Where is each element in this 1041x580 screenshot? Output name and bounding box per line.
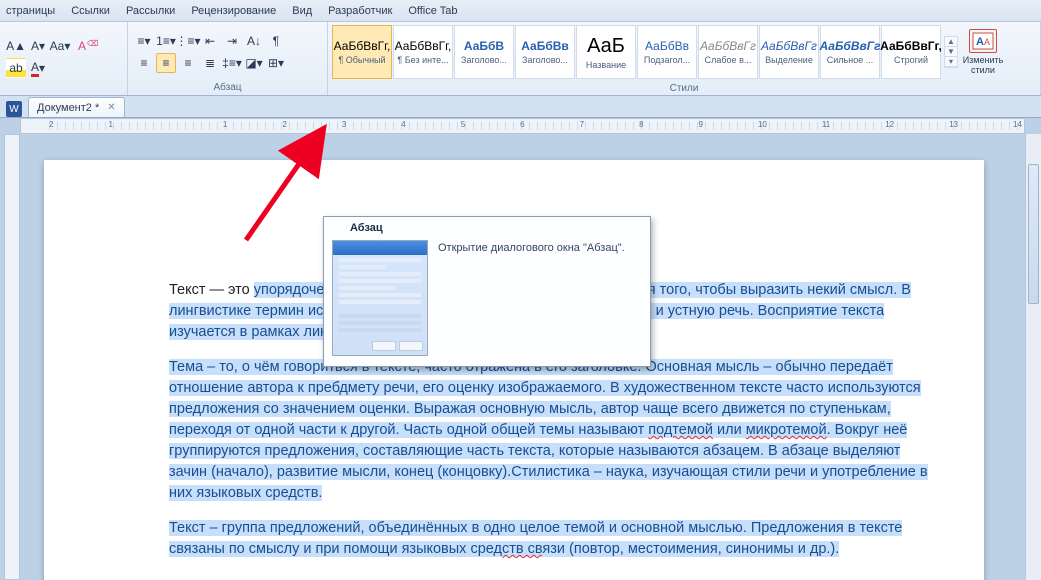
- change-styles-icon: AA: [969, 29, 997, 53]
- show-marks-icon[interactable]: ¶: [266, 31, 286, 51]
- change-styles-label: Изменить стили: [963, 56, 1004, 75]
- sort-icon[interactable]: A↓: [244, 31, 264, 51]
- scroll-down-icon[interactable]: ▼: [945, 47, 957, 57]
- vertical-ruler[interactable]: [4, 134, 20, 580]
- style-item[interactable]: АаБНазвание: [576, 25, 636, 79]
- style-item[interactable]: АаБбВвГг,¶ Без инте...: [393, 25, 453, 79]
- menu-item[interactable]: Разработчик: [328, 5, 392, 17]
- text-selected: дств св: [494, 541, 543, 557]
- document-tab[interactable]: Документ2 * ✕: [28, 97, 125, 117]
- paragraph-group-label: Абзац: [128, 81, 327, 95]
- close-tab-icon[interactable]: ✕: [107, 102, 115, 113]
- word-icon: W: [6, 101, 22, 117]
- borders-icon[interactable]: ⊞▾: [266, 53, 286, 73]
- multilevel-icon[interactable]: ⋮≡▾: [178, 31, 198, 51]
- document-tab-bar: W Документ2 * ✕: [0, 96, 1041, 118]
- tooltip-description: Открытие диалогового окна "Абзац".: [438, 240, 642, 356]
- style-item[interactable]: АаБбВвГг,¶ Обычный: [332, 25, 392, 79]
- paragraph-tooltip: Абзац Открытие диалогового окна "Абзац".: [323, 216, 651, 367]
- text-selected: микротемой: [746, 422, 827, 438]
- styles-gallery[interactable]: АаБбВвГг,¶ ОбычныйАаБбВвГг,¶ Без инте...…: [332, 25, 941, 79]
- workspace: 2112345678910111213141516 Текст — это уп…: [0, 118, 1041, 580]
- vertical-scrollbar[interactable]: [1025, 134, 1041, 580]
- text-run: Текст — это: [169, 282, 254, 298]
- menu-bar: страницы Ссылки Рассылки Рецензирование …: [0, 0, 1041, 22]
- text-selected: язи (повтор, местоимения, синонимы и др.…: [542, 541, 839, 557]
- indent-dec-icon[interactable]: ⇤: [200, 31, 220, 51]
- style-item[interactable]: АаБбВвГгСильное ...: [820, 25, 880, 79]
- group-label: [0, 92, 127, 95]
- style-item[interactable]: АаБбВвЗаголово...: [515, 25, 575, 79]
- styles-scroll[interactable]: ▲ ▼ ▾: [944, 36, 958, 68]
- text-selected: подтемой: [648, 422, 713, 438]
- expand-gallery-icon[interactable]: ▾: [945, 57, 957, 67]
- horizontal-ruler[interactable]: 2112345678910111213141516: [20, 118, 1025, 134]
- svg-text:A: A: [976, 36, 984, 48]
- font-color-icon[interactable]: A▾: [28, 58, 48, 78]
- align-left-icon[interactable]: ≡: [134, 53, 154, 73]
- tooltip-title: Абзац: [324, 217, 650, 236]
- style-item[interactable]: АаБбВЗаголово...: [454, 25, 514, 79]
- menu-item[interactable]: Рецензирование: [191, 5, 276, 17]
- numbering-icon[interactable]: 1≡▾: [156, 31, 176, 51]
- menu-item[interactable]: Рассылки: [126, 5, 175, 17]
- svg-text:A: A: [984, 37, 990, 47]
- menu-item[interactable]: Ссылки: [71, 5, 110, 17]
- styles-group-label: Стили: [328, 82, 1040, 96]
- menu-item[interactable]: Office Tab: [408, 5, 457, 17]
- text-selected: или: [713, 422, 746, 438]
- style-item[interactable]: АаБбВвГг,Строгий: [881, 25, 941, 79]
- menu-item[interactable]: Вид: [292, 5, 312, 17]
- scrollbar-thumb[interactable]: [1028, 164, 1039, 304]
- grow-font-icon[interactable]: A▲: [6, 36, 26, 56]
- text-highlight-icon[interactable]: ab: [6, 58, 26, 78]
- style-item[interactable]: АаБбВвГгСлабое в...: [698, 25, 758, 79]
- tooltip-preview-icon: [332, 240, 428, 356]
- align-right-icon[interactable]: ≡: [178, 53, 198, 73]
- align-center-icon[interactable]: ≡: [156, 53, 176, 73]
- style-item[interactable]: АаБбВвГгВыделение: [759, 25, 819, 79]
- indent-inc-icon[interactable]: ⇥: [222, 31, 242, 51]
- shrink-font-icon[interactable]: A▾: [28, 36, 48, 56]
- justify-icon[interactable]: ≣: [200, 53, 220, 73]
- menu-item[interactable]: страницы: [6, 5, 55, 17]
- style-item[interactable]: АаБбВвПодзагол...: [637, 25, 697, 79]
- ribbon: A▲ A▾ Aa▾ A⌫ ab A▾ ≡▾ 1≡▾ ⋮≡▾ ⇤: [0, 22, 1041, 96]
- scroll-up-icon[interactable]: ▲: [945, 37, 957, 47]
- document-tab-label: Документ2 *: [37, 102, 99, 114]
- clear-format-icon[interactable]: A⌫: [72, 36, 92, 56]
- bullets-icon[interactable]: ≡▾: [134, 31, 154, 51]
- shading-icon[interactable]: ◪▾: [244, 53, 264, 73]
- change-case-icon[interactable]: Aa▾: [50, 36, 70, 56]
- line-spacing-icon[interactable]: ‡≡▾: [222, 53, 242, 73]
- change-styles-button[interactable]: AA Изменить стили: [961, 29, 1005, 75]
